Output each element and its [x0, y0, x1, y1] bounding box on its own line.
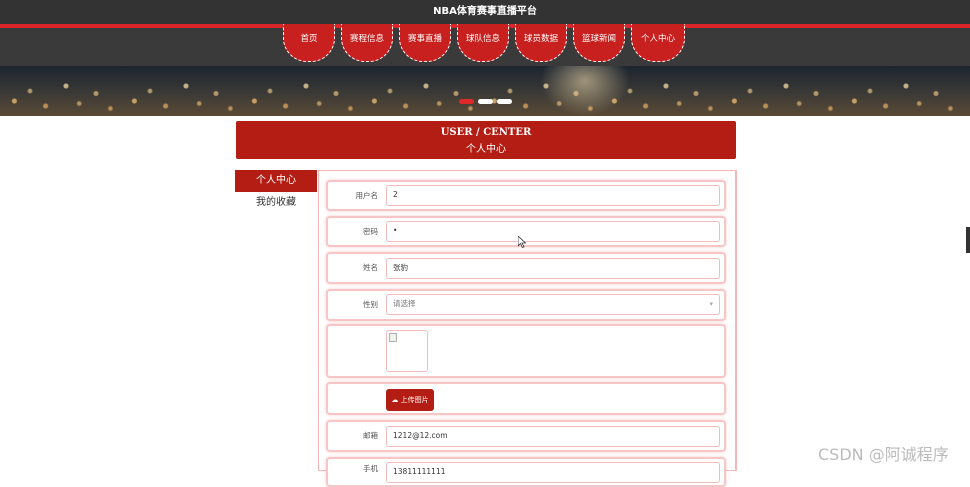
page-title-cn: 个人中心: [466, 144, 506, 155]
gender-label: 性别: [363, 300, 378, 309]
cloud-upload-icon: ☁: [391, 396, 399, 404]
nav-item-live[interactable]: 赛事直播: [399, 24, 451, 62]
phone-label: 手机: [363, 464, 378, 473]
name-label: 姓名: [363, 263, 378, 272]
mouse-cursor-icon: [518, 236, 526, 248]
sidebar-item-user-center[interactable]: 个人中心: [235, 170, 317, 192]
scroll-handle[interactable]: [966, 227, 970, 253]
password-input[interactable]: •: [386, 221, 720, 242]
banner-glow: [540, 66, 630, 116]
form-row-avatar: [326, 324, 726, 378]
sidebar-item-favorites[interactable]: 我的收藏: [235, 192, 317, 214]
upload-button-label: 上传图片: [400, 396, 429, 404]
form-row-gender: 性别 请选择 ▾: [326, 289, 726, 321]
password-label: 密码: [363, 227, 378, 236]
form-row-password: 密码 •: [326, 216, 726, 247]
form-row-email: 邮箱 1212@12.com: [326, 420, 726, 452]
nav-item-schedule[interactable]: 赛程信息: [341, 24, 393, 62]
form-row-upload: ☁ 上传图片: [326, 382, 726, 415]
main-nav: 首页 赛程信息 赛事直播 球队信息 球员数据 篮球新闻 个人中心: [0, 24, 970, 66]
page-title-en: USER / CENTER: [440, 127, 532, 138]
carousel-dot-2[interactable]: [478, 99, 493, 104]
phone-input[interactable]: 13811111111: [386, 462, 720, 483]
username-label: 用户名: [355, 191, 379, 200]
nav-item-teams[interactable]: 球队信息: [457, 24, 509, 62]
gender-select-value: 请选择: [393, 299, 416, 308]
carousel-dot-1[interactable]: [459, 99, 474, 104]
carousel-dot-3[interactable]: [497, 99, 512, 104]
watermark: CSDN @阿诚程序: [818, 445, 949, 464]
nav-item-user-center[interactable]: 个人中心: [631, 24, 685, 62]
email-input[interactable]: 1212@12.com: [386, 426, 720, 447]
form-row-name: 姓名 张豹: [326, 252, 726, 284]
banner-image: [0, 66, 970, 116]
nav-item-news[interactable]: 篮球新闻: [573, 24, 625, 62]
email-label: 邮箱: [363, 431, 378, 440]
chevron-down-icon: ▾: [709, 300, 713, 308]
form-row-phone: 手机 13811111111: [326, 457, 726, 487]
nav-item-home[interactable]: 首页: [283, 24, 335, 62]
site-title: NBA体育赛事直播平台: [0, 0, 970, 24]
broken-image-icon: [389, 333, 397, 342]
city-lights: [0, 66, 970, 116]
form-row-username: 用户名 2: [326, 180, 726, 211]
nav-item-players[interactable]: 球员数据: [515, 24, 567, 62]
username-input[interactable]: 2: [386, 185, 720, 206]
name-input[interactable]: 张豹: [386, 258, 720, 279]
avatar-image[interactable]: [386, 330, 428, 372]
page-header: USER / CENTER 个人中心: [236, 121, 736, 159]
sidebar: 个人中心 我的收藏: [235, 170, 318, 471]
gender-select[interactable]: 请选择 ▾: [386, 294, 720, 315]
upload-image-button[interactable]: ☁ 上传图片: [386, 389, 434, 411]
